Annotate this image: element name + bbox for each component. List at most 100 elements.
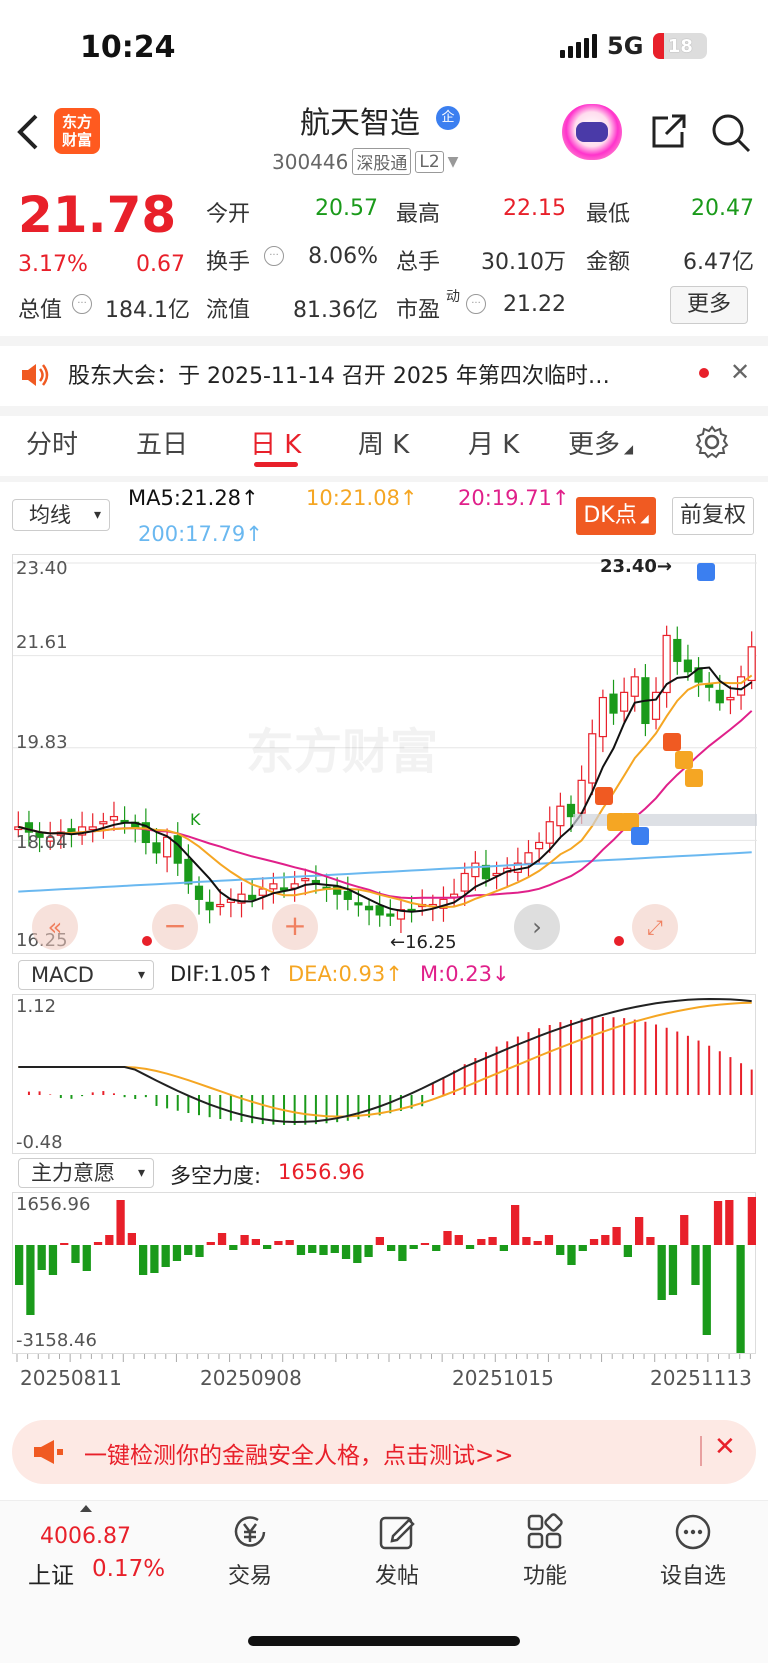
status-time: 10:24 — [80, 30, 176, 65]
info-icon[interactable]: ··· — [264, 246, 284, 266]
flow-chart[interactable] — [12, 1192, 756, 1354]
m-label: M:0.23↓ — [420, 962, 510, 986]
dk-point-button[interactable]: DK点 ◢ — [576, 497, 656, 535]
flow-select-label: 主力意愿 — [31, 1161, 115, 1185]
chevron-left-icon — [17, 114, 38, 150]
assistant-avatar[interactable] — [562, 104, 622, 160]
candle-body — [588, 733, 597, 784]
nav-post-label: 发帖 — [374, 1564, 419, 1589]
indicator-select-macd[interactable]: MACD ▾ — [18, 960, 154, 990]
stock-code: 300446 — [272, 149, 349, 174]
volume-value: 30.10万 — [481, 250, 566, 275]
app-logo: 东方 财富 — [54, 108, 100, 154]
flow-bar — [127, 1233, 136, 1245]
tab-intraday[interactable]: 分时 — [26, 424, 78, 461]
flow-bar — [511, 1205, 520, 1245]
change-percent: 3.17% — [18, 252, 88, 277]
candle-body — [194, 885, 204, 900]
zoom-in-button[interactable]: + — [272, 904, 318, 950]
fullscreen-button[interactable]: ⤢ — [632, 904, 678, 950]
index-pct[interactable]: 0.17% — [92, 1556, 165, 1582]
candle-body — [301, 878, 310, 882]
divider — [0, 406, 768, 416]
flow-bar — [623, 1245, 632, 1257]
flow-bar — [432, 1245, 441, 1251]
flow-bar — [680, 1215, 689, 1245]
flow-bar — [217, 1233, 227, 1245]
stock-name: 航天智造 — [300, 106, 420, 141]
tab-daily-k[interactable]: 日 K — [250, 424, 301, 461]
adjust-button[interactable]: 前复权 — [672, 497, 754, 535]
tab-more[interactable]: 更多 ◢ — [568, 424, 633, 461]
kline-y-label: 23.40 — [16, 558, 68, 579]
search-icon[interactable] — [710, 112, 752, 158]
indicator-dot — [142, 936, 152, 946]
expand-up-icon[interactable] — [80, 1505, 92, 1512]
mktcap-label: 总值 — [18, 298, 63, 323]
flow-bar — [353, 1245, 362, 1263]
flow-bar — [274, 1241, 283, 1245]
kline-y-label: 19.83 — [16, 732, 68, 753]
candle-body — [620, 691, 629, 712]
flow-bar — [116, 1200, 125, 1245]
watermark: 东方财富 — [246, 724, 439, 780]
indicator-select-flow[interactable]: 主力意愿 ▾ — [18, 1158, 154, 1188]
candle-body — [673, 638, 682, 662]
macd-chart[interactable] — [12, 994, 756, 1154]
flow-bar — [612, 1227, 621, 1245]
flow-bar — [240, 1235, 249, 1245]
signal-marker — [663, 733, 681, 751]
high-label: 最高 — [396, 202, 441, 227]
tab-five-day[interactable]: 五日 — [136, 424, 188, 461]
signal-band — [573, 813, 757, 826]
candle-body — [205, 901, 214, 911]
date-label: 20250908 — [200, 1366, 302, 1390]
dif-line — [18, 997, 752, 1124]
flow-bar — [443, 1231, 452, 1245]
flow-bar — [747, 1197, 756, 1245]
info-icon[interactable]: ··· — [466, 294, 486, 314]
flow-bar — [161, 1245, 170, 1267]
nav-post[interactable]: 发帖 — [352, 1510, 442, 1590]
notice-text[interactable]: 股东大会：于 2025-11-14 召开 2025 年第四次临时… — [68, 358, 610, 390]
scroll-right-button[interactable]: › — [514, 904, 560, 950]
flow-svg — [15, 1197, 756, 1353]
flow-bar — [578, 1245, 587, 1251]
flow-bar — [635, 1217, 644, 1245]
index-name[interactable]: 上证 — [28, 1556, 74, 1590]
candle-body — [471, 862, 480, 878]
more-quote-button[interactable]: 更多 — [670, 286, 748, 324]
info-icon[interactable]: ··· — [72, 294, 92, 314]
nav-add-watchlist[interactable]: 设自选 — [648, 1510, 738, 1590]
tab-monthly-k[interactable]: 月 K — [468, 424, 519, 461]
close-icon[interactable]: ✕ — [714, 1432, 736, 1462]
macd-y-top: 1.12 — [16, 996, 57, 1017]
flow-bar — [657, 1245, 666, 1300]
flow-bar — [409, 1245, 418, 1249]
close-icon[interactable]: ✕ — [730, 358, 750, 386]
open-label: 今开 — [206, 202, 251, 227]
scroll-left-button[interactable]: « — [32, 904, 78, 950]
index-value[interactable]: 4006.87 — [40, 1524, 131, 1549]
back-button[interactable] — [16, 112, 40, 162]
stock-code-row[interactable]: 300446 深股通 L2 ▼ — [272, 148, 458, 175]
candle-body — [630, 676, 639, 697]
nav-functions[interactable]: 功能 — [500, 1510, 590, 1590]
flow-bar — [172, 1245, 182, 1261]
share-icon[interactable] — [648, 112, 688, 156]
candle-body — [556, 805, 565, 827]
corner-icon: ◢ — [636, 512, 649, 525]
divider — [0, 476, 768, 482]
candle-body — [598, 696, 607, 738]
ma200-label: 200:17.79↑ — [138, 522, 263, 546]
pe-dynamic-sup: 动 — [446, 289, 460, 305]
candle-body — [726, 696, 735, 701]
banner-text[interactable]: 一键检测你的金融安全人格，点击测试>> — [84, 1436, 514, 1470]
gear-icon[interactable] — [694, 424, 730, 464]
nav-trade[interactable]: 交易 — [205, 1510, 295, 1590]
tab-weekly-k[interactable]: 周 K — [358, 424, 409, 461]
macd-y-bottom: -0.48 — [16, 1132, 63, 1153]
indicator-select-ma[interactable]: 均线 — [12, 499, 110, 531]
zoom-out-button[interactable]: − — [152, 904, 198, 950]
date-label: 20251015 — [452, 1366, 554, 1390]
